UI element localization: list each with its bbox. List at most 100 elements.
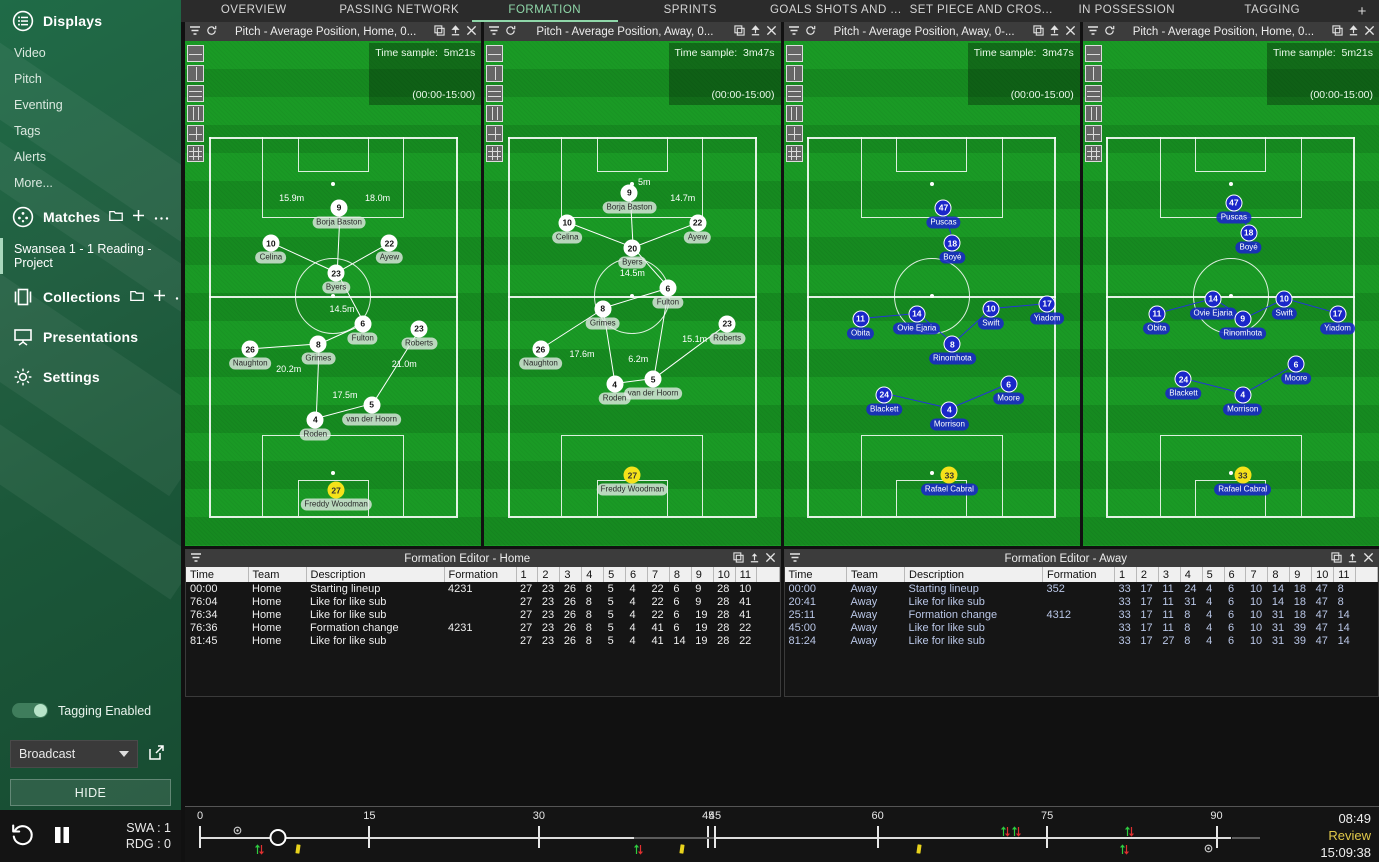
column-header[interactable]: 8 [1267,567,1291,582]
player-marker[interactable]: 24 Blackett [1165,370,1202,400]
layout-2x1-icon[interactable] [785,65,803,82]
table-row[interactable]: 76:34 Home Like for like sub 27 23 26 8 5 4 22 6 19… [186,608,779,621]
layout-3x3-icon[interactable] [187,145,204,162]
tab-goals-shots-and[interactable]: GOALS SHOTS AND ... [763,0,909,22]
table-row[interactable]: 81:24 Away Like for like sub 33 17 27 8 4 6 10 31 3… [785,634,1378,647]
player-marker[interactable]: 47 Puscas [926,199,961,229]
hide-button[interactable]: HIDE [10,779,171,806]
duplicate-icon[interactable] [1331,551,1342,566]
player-marker[interactable]: 10 Swift [978,300,1004,330]
player-marker[interactable]: 8 Grimes [585,300,620,330]
player-marker[interactable]: 4 Morrison [1223,386,1263,415]
player-marker[interactable]: 6 Moore [993,375,1024,405]
column-header[interactable]: Formation [444,567,517,582]
column-header[interactable] [756,567,780,582]
layout-3col-icon[interactable] [187,105,204,122]
sidebar-item-video[interactable]: Video [0,40,181,66]
layout-3x3-icon[interactable] [486,145,504,162]
column-header[interactable]: Description [306,567,445,582]
table-row[interactable]: 81:45 Home Like for like sub 27 23 26 8 5 4 41 14 1… [186,634,779,647]
table-row[interactable]: 25:11 Away Formation change 4312 33 17 11 8 4 6 10… [785,608,1378,621]
layout-2x1-icon[interactable] [486,65,504,82]
player-marker[interactable]: 23 Byers [321,264,351,294]
player-marker-goalkeeper[interactable]: 27 Freddy Woodman [300,481,372,511]
pitch-canvas[interactable]: Time sample: 3m47s (00:00-15:00) 47 Pusca… [783,41,1080,546]
timeline-event-sub[interactable] [633,844,643,857]
column-header[interactable]: Team [846,567,905,582]
tab-in-possession[interactable]: IN POSSESSION [1054,0,1200,22]
tab-passing-network[interactable]: PASSING NETWORK [327,0,473,22]
sidebar-item-more[interactable]: More... [0,170,181,196]
tab-sprints[interactable]: SPRINTS [618,0,764,22]
close-icon[interactable] [466,25,477,39]
refresh-icon[interactable] [805,25,816,39]
sidebar-section-collections[interactable]: Collections [0,276,181,316]
table-row[interactable]: 45:00 Away Like for like sub 33 17 11 8 4 6 10 31 3… [785,621,1378,634]
duplicate-icon[interactable] [733,24,745,39]
column-header[interactable]: 5 [1202,567,1225,582]
player-marker[interactable]: 11 Obita [1143,305,1171,335]
layout-3x3-icon[interactable] [785,145,803,162]
player-marker[interactable]: 20 Byers [618,239,647,269]
duplicate-icon[interactable] [1332,24,1343,39]
player-marker[interactable]: 6 Fulton [652,279,684,309]
timeline-event-sub[interactable] [1012,826,1022,839]
more-options-icon[interactable] [154,210,169,224]
layout-1x1-icon[interactable] [785,45,803,62]
layout-2x2-icon[interactable] [785,125,803,142]
player-marker-goalkeeper[interactable]: 33 Rafael Cabral [1214,466,1272,496]
layout-3x3-icon[interactable] [1084,145,1102,162]
layout-1x1-icon[interactable] [1084,45,1102,62]
pause-icon[interactable] [50,823,74,850]
player-marker[interactable]: 22 Ayew [683,214,712,244]
timeline-scrubber[interactable] [269,829,287,846]
timeline-event-goal[interactable] [1204,844,1213,855]
filter-icon[interactable] [788,25,800,39]
layout-rows-icon[interactable] [486,85,504,102]
player-marker[interactable]: 4 Roden [299,411,332,441]
player-marker[interactable]: 6 Moore [1280,355,1312,385]
duplicate-icon[interactable] [434,24,445,39]
sidebar-item-eventing[interactable]: Eventing [0,92,181,118]
sidebar-section-presentations[interactable]: Presentations [0,316,181,356]
popout-icon[interactable] [148,744,165,764]
tagging-enabled-row[interactable]: Tagging Enabled [12,703,151,718]
pitch-canvas[interactable]: Time sample: 5m21s (00:00-15:00) 47 Pusca… [1082,41,1379,546]
player-marker[interactable]: 11 Obita [846,310,875,340]
sidebar-section-displays[interactable]: Displays [0,0,181,40]
duplicate-icon[interactable] [732,551,744,566]
player-marker[interactable]: 9 Borja Baston [602,184,657,213]
sidebar-section-matches[interactable]: Matches [0,196,181,236]
player-marker[interactable]: 8 Grimes [301,335,336,365]
sidebar-section-settings[interactable]: Settings [0,356,181,396]
player-marker[interactable]: 4 Morrison [929,401,969,431]
player-marker[interactable]: 9 Borja Baston [312,199,366,229]
player-marker[interactable]: 17 Yiadom [1320,305,1355,335]
table-row[interactable]: 00:00 Home Starting lineup 4231 27 23 26 8 5 4 22 6… [186,582,779,595]
refresh-icon[interactable] [1104,25,1115,39]
export-icon[interactable] [750,24,761,39]
player-marker[interactable]: 10 Celina [255,234,287,264]
tab-formation[interactable]: FORMATION [472,0,618,22]
refresh-icon[interactable] [505,25,516,39]
table-row[interactable]: 76:04 Home Like for like sub 27 23 26 8 5 4 22 6 9 2… [186,595,779,608]
player-marker[interactable]: 23 Roberts [709,315,746,345]
column-header[interactable]: 8 [669,567,692,582]
new-folder-icon[interactable] [129,290,144,305]
column-header[interactable]: 9 [691,567,714,582]
column-header[interactable]: 2 [537,567,561,582]
column-header[interactable]: Time [784,567,847,582]
timeline-event-card[interactable] [916,844,922,856]
layout-3col-icon[interactable] [785,105,803,122]
player-marker[interactable]: 14 Ovie Ejaria [893,305,941,335]
column-header[interactable]: 2 [1136,567,1159,582]
pitch-canvas[interactable]: Time sample: 3m47s (00:00-15:00) 5m 14.7m 1… [484,41,781,546]
close-icon[interactable] [765,552,776,566]
filter-icon[interactable] [789,552,801,566]
player-marker[interactable]: 10 Swift [1271,290,1297,320]
sidebar-item-match-project[interactable]: Swansea 1 - 1 Reading - Project [0,236,181,276]
filter-icon[interactable] [190,552,202,566]
timeline-event-card[interactable] [679,844,685,856]
player-marker[interactable]: 9 Rinomhota [1219,310,1267,340]
close-icon[interactable] [766,25,777,39]
